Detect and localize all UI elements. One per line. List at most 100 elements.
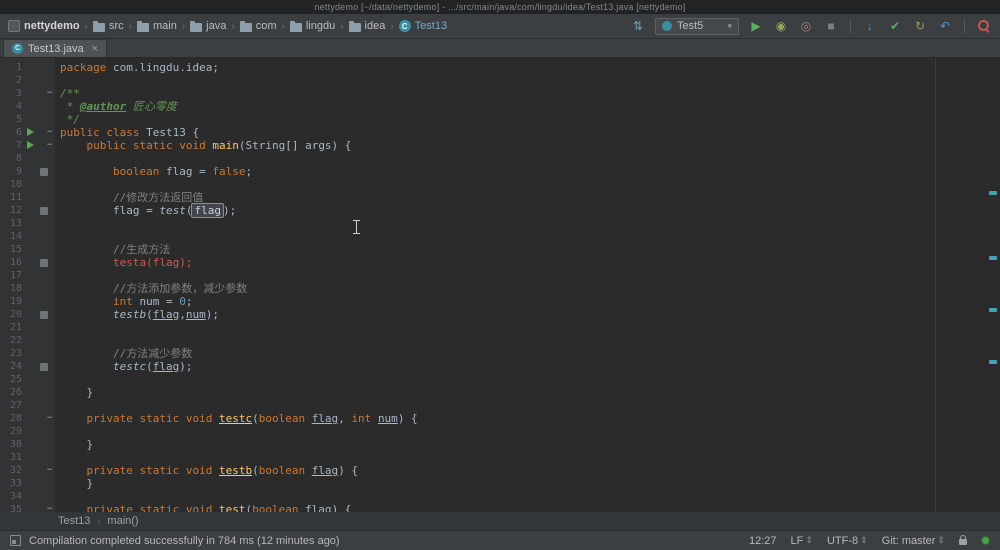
fold-icon[interactable]: [47, 505, 52, 512]
inspection-highlighting-icon[interactable]: [981, 536, 990, 545]
line-number: 2: [0, 74, 22, 87]
sync-arrows-icon[interactable]: ⇅: [630, 18, 646, 34]
caret-position-widget[interactable]: 12:27: [749, 535, 777, 547]
fold-icon[interactable]: [47, 141, 52, 150]
run-config-label: Test5: [677, 20, 703, 32]
line-number: 23: [0, 347, 22, 360]
code-line-25: [55, 373, 1000, 386]
toolbar-separator: [964, 19, 965, 33]
error-stripe-mark[interactable]: [989, 256, 997, 260]
nav-item-main[interactable]: main: [137, 20, 177, 32]
run-gutter-icon[interactable]: [27, 141, 34, 149]
fold-icon[interactable]: [47, 414, 52, 423]
breadcrumb-separator: [231, 20, 234, 32]
gutter-change-marker: [40, 311, 48, 319]
line-number: 17: [0, 269, 22, 282]
right-margin-guide: [935, 58, 936, 512]
code-line-18: //方法添加参数，减少参数: [55, 282, 1000, 295]
line-number: 24: [0, 360, 22, 373]
run-gutter-icon[interactable]: [27, 128, 34, 136]
file-encoding-widget[interactable]: UTF-8: [827, 535, 868, 547]
code-line-13: [55, 217, 1000, 230]
gutter-change-marker: [40, 363, 48, 371]
debug-icon[interactable]: ◉: [773, 18, 789, 34]
tab-test13-java[interactable]: Test13.java: [3, 39, 107, 57]
nav-item-Test13[interactable]: Test13: [399, 20, 447, 32]
line-number: 22: [0, 334, 22, 347]
code-line-5: */: [55, 113, 1000, 126]
git-branch-widget[interactable]: Git: master: [882, 535, 945, 547]
class-icon: [12, 43, 23, 54]
code-editor[interactable]: 1234567891011121314151617181920212223242…: [0, 58, 1000, 512]
code-line-26: }: [55, 386, 1000, 399]
search-everywhere-icon[interactable]: [976, 18, 992, 34]
editor-gutter[interactable]: 1234567891011121314151617181920212223242…: [0, 58, 55, 512]
line-number: 28: [0, 412, 22, 425]
code-line-19: int num = 0;: [55, 295, 1000, 308]
status-message: Compilation completed successfully in 78…: [29, 535, 340, 547]
error-stripe-mark[interactable]: [989, 191, 997, 195]
code-line-20: testb(flag,num);: [55, 308, 1000, 321]
breadcrumb: Test13 main(): [58, 515, 139, 527]
line-number: 11: [0, 191, 22, 204]
line-number: 15: [0, 243, 22, 256]
breadcrumb-item[interactable]: Test13: [58, 515, 90, 527]
nav-item-lingdu[interactable]: lingdu: [290, 20, 335, 32]
close-icon[interactable]: [92, 43, 98, 55]
nav-item-src[interactable]: src: [93, 20, 124, 32]
toolbar-post-icons: ▶ ◉ ◎ ■ ↓ ✔ ↻ ↶: [748, 18, 992, 34]
line-number: 18: [0, 282, 22, 295]
vcs-rollback-icon[interactable]: ↶: [937, 18, 953, 34]
gutter-change-marker: [40, 207, 48, 215]
line-number: 13: [0, 217, 22, 230]
breadcrumb-item[interactable]: main(): [107, 515, 138, 527]
nav-item-com[interactable]: com: [240, 20, 277, 32]
breadcrumb-separator: [97, 515, 100, 527]
line-number: 31: [0, 451, 22, 464]
toolwindow-switcher-icon[interactable]: [10, 535, 21, 546]
vcs-update-icon[interactable]: ↓: [862, 18, 878, 34]
code-line-8: [55, 152, 1000, 165]
line-number: 3: [0, 87, 22, 100]
breadcrumb-separator: [390, 20, 393, 32]
run-configuration-selector[interactable]: Test5: [655, 18, 739, 35]
error-stripe-mark[interactable]: [989, 308, 997, 312]
ide-window: nettydemo [~/data/nettydemo] - .../src/m…: [0, 0, 1000, 550]
nav-item-java[interactable]: java: [190, 20, 226, 32]
line-number: 20: [0, 308, 22, 321]
run-icon[interactable]: ▶: [748, 18, 764, 34]
project-icon: [8, 20, 20, 32]
line-separator-widget[interactable]: LF: [791, 535, 813, 547]
line-number: 30: [0, 438, 22, 451]
stop-icon[interactable]: ■: [823, 18, 839, 34]
line-number: 14: [0, 230, 22, 243]
nav-item-label: Test13: [415, 20, 447, 32]
navigation-toolbar: nettydemosrcmainjavacomlingduideaTest13 …: [0, 14, 1000, 39]
coverage-icon[interactable]: ◎: [798, 18, 814, 34]
lock-icon[interactable]: [959, 539, 967, 545]
vcs-commit-icon[interactable]: ✔: [887, 18, 903, 34]
fold-icon[interactable]: [47, 128, 52, 137]
vcs-history-icon[interactable]: ↻: [912, 18, 928, 34]
fold-icon[interactable]: [47, 466, 52, 475]
line-number: 8: [0, 152, 22, 165]
window-title: nettydemo [~/data/nettydemo] - .../src/m…: [314, 2, 685, 12]
fold-icon[interactable]: [47, 89, 52, 98]
nav-item-label: nettydemo: [24, 20, 80, 32]
nav-item-nettydemo[interactable]: nettydemo: [8, 20, 80, 32]
code-line-14: [55, 230, 1000, 243]
line-number: 9: [0, 165, 22, 178]
toolbar-separator: [850, 19, 851, 33]
nav-item-idea[interactable]: idea: [349, 20, 386, 32]
folder-icon: [349, 23, 361, 32]
error-stripe-mark[interactable]: [989, 360, 997, 364]
line-number: 27: [0, 399, 22, 412]
code-line-32: private static void testb(boolean flag) …: [55, 464, 1000, 477]
code-line-15: //生成方法: [55, 243, 1000, 256]
window-title-bar: nettydemo [~/data/nettydemo] - .../src/m…: [0, 0, 1000, 14]
tab-label: Test13.java: [28, 43, 84, 55]
breadcrumb-separator: [182, 20, 185, 32]
error-stripe[interactable]: [987, 58, 1000, 512]
code-line-33: }: [55, 477, 1000, 490]
code-area[interactable]: package com.lingdu.idea;/** * @author 匠心…: [55, 58, 1000, 512]
